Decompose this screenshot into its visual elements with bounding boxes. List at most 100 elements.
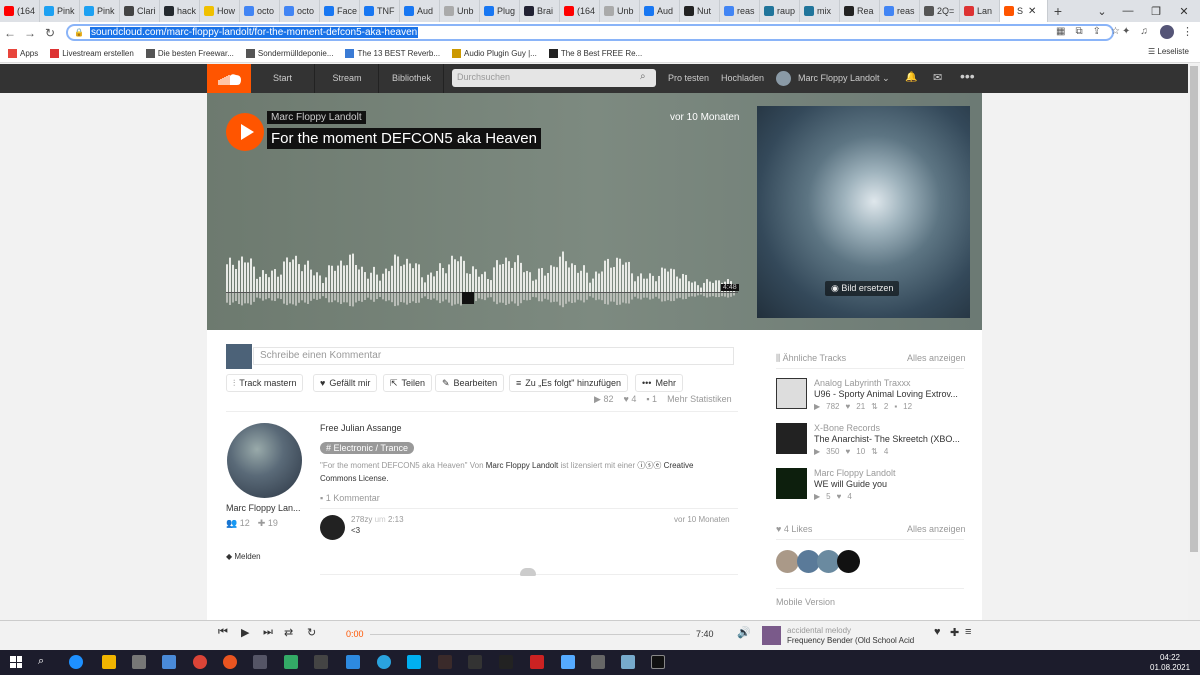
messenger-icon[interactable] <box>346 655 360 669</box>
followers[interactable]: 👥 12 <box>226 518 250 529</box>
share-button[interactable]: ⇱ Teilen <box>383 374 433 392</box>
browser-tab[interactable]: Clari <box>120 0 160 22</box>
mobile-version-link[interactable]: Mobile Version <box>776 597 835 607</box>
nav-library[interactable]: Bibliothek <box>380 64 444 93</box>
user-menu[interactable]: Marc Floppy Landolt ⌄ <box>798 64 890 93</box>
new-tab-button[interactable]: + <box>1048 3 1068 19</box>
profile-avatar[interactable] <box>1160 25 1174 39</box>
follow-icon[interactable]: ✚ <box>950 626 959 639</box>
forward-icon[interactable]: → <box>20 26 40 40</box>
page-scrollbar[interactable] <box>1188 64 1200 620</box>
related-thumb[interactable] <box>776 378 807 409</box>
play-icon[interactable]: ▶ <box>241 626 249 639</box>
now-playing-artist[interactable]: accidental melody <box>787 626 851 635</box>
browser-tab[interactable]: Rea <box>840 0 880 22</box>
browser-tab[interactable]: Lan <box>960 0 1000 22</box>
star-icon[interactable]: ☆ <box>1111 26 1120 37</box>
url-text[interactable]: soundcloud.com/marc-floppy-landolt/for-t… <box>89 27 419 38</box>
close-tab-icon[interactable]: ✕ <box>1028 6 1036 17</box>
browser-tab[interactable]: Pink <box>40 0 80 22</box>
mail-icon[interactable]: ✉ <box>933 71 942 84</box>
bookmark-item[interactable]: The 8 Best FREE Re... <box>548 48 642 58</box>
app-icon[interactable] <box>621 655 635 669</box>
genre-tag[interactable]: # Electronic / Trance <box>320 442 415 454</box>
master-track-button[interactable]: ⫶ Track mastern <box>226 374 304 392</box>
related-artist[interactable]: X-Bone Records <box>814 423 880 433</box>
app-icon[interactable] <box>438 655 452 669</box>
play-button[interactable] <box>226 113 264 151</box>
keyboard-icon[interactable] <box>468 655 482 669</box>
pro-link[interactable]: Pro testen <box>668 64 709 93</box>
browser-tab[interactable]: Aud <box>400 0 440 22</box>
now-playing-thumb[interactable] <box>762 626 781 645</box>
live-icon[interactable] <box>314 655 328 669</box>
related-thumb[interactable] <box>776 423 807 454</box>
comment-marker[interactable] <box>462 292 474 304</box>
user-avatar[interactable] <box>776 71 791 86</box>
related-thumb[interactable] <box>776 468 807 499</box>
search-icon[interactable]: ⌕ <box>640 71 646 82</box>
bookmark-item[interactable]: The 13 BEST Reverb... <box>345 48 440 58</box>
back-icon[interactable]: ← <box>0 26 20 40</box>
app-icon[interactable] <box>530 655 544 669</box>
bell-icon[interactable]: 🔔 <box>905 72 917 83</box>
volume-icon[interactable]: 🔊 <box>737 626 751 639</box>
clock[interactable]: 04:22 01.08.2021 <box>1150 653 1190 673</box>
windows-start-icon[interactable] <box>10 656 22 668</box>
liker-avatar[interactable] <box>776 550 799 573</box>
browser-tab[interactable]: octo <box>280 0 320 22</box>
browser-tab[interactable]: 2Q= <box>920 0 960 22</box>
nav-start[interactable]: Start <box>251 64 315 93</box>
track-artist[interactable]: Marc Floppy Landolt <box>267 111 366 124</box>
menu-icon[interactable]: ⋮ <box>1182 25 1193 38</box>
likes-see-all[interactable]: Alles anzeigen <box>907 524 966 534</box>
browser-tab[interactable]: Nut <box>680 0 720 22</box>
browser-tab[interactable]: (164 <box>560 0 600 22</box>
bookmark-item[interactable]: Die besten Freewar... <box>145 48 234 58</box>
related-see-all[interactable]: Alles anzeigen <box>907 353 966 363</box>
terminal-icon[interactable] <box>651 655 665 669</box>
bookmark-item[interactable]: Livestream erstellen <box>50 48 134 58</box>
active-browser-tab[interactable]: S ✕ <box>1000 0 1048 22</box>
more-stats-link[interactable]: Mehr Statistiken <box>667 394 732 405</box>
browser-tab[interactable]: Unb <box>600 0 640 22</box>
browser-tab[interactable]: hack <box>160 0 200 22</box>
nav-stream[interactable]: Stream <box>316 64 379 93</box>
chevron-down-icon[interactable]: ⌄ <box>1088 0 1116 22</box>
app-icon[interactable] <box>591 655 605 669</box>
mail-icon[interactable] <box>162 655 176 669</box>
skype-icon[interactable] <box>407 655 421 669</box>
related-title[interactable]: U96 - Sporty Animal Loving Extrov... <box>814 389 964 399</box>
browser-tab[interactable]: Unb <box>440 0 480 22</box>
related-title[interactable]: The Anarchist- The Skreetch (XBO... <box>814 434 964 444</box>
browser-tab[interactable]: Face <box>320 0 360 22</box>
explorer-icon[interactable] <box>102 655 116 669</box>
progress-bar[interactable] <box>370 634 690 635</box>
liker-avatar[interactable] <box>837 550 860 573</box>
browser-tab[interactable]: Aud <box>640 0 680 22</box>
browser-tab[interactable]: Plug <box>480 0 520 22</box>
browser-tab[interactable]: How <box>200 0 240 22</box>
next-icon[interactable]: ⏭ <box>263 626 273 639</box>
queue-icon[interactable]: ≡ <box>965 626 971 638</box>
commenter-avatar[interactable] <box>320 515 345 540</box>
like-button[interactable]: ♥ Gefällt mir <box>313 374 378 392</box>
report-link[interactable]: ◆ Melden <box>226 552 261 561</box>
store-icon[interactable] <box>132 655 146 669</box>
ubuntu-icon[interactable] <box>223 655 237 669</box>
bookmark-item[interactable]: Sondermülldeponie... <box>245 48 333 58</box>
comment-input[interactable]: Schreibe einen Kommentar <box>253 347 734 365</box>
uploader-name[interactable]: Marc Floppy Lan... <box>226 503 301 513</box>
browser-tab[interactable]: mix <box>800 0 840 22</box>
bookmark-item[interactable]: Apps <box>8 48 38 58</box>
related-artist[interactable]: Marc Floppy Landolt <box>814 468 896 478</box>
media-icon[interactable]: ♫ <box>1140 26 1148 37</box>
app-icon[interactable] <box>561 655 575 669</box>
extensions-icon[interactable]: ✦ <box>1122 26 1130 37</box>
browser-tab[interactable]: reas <box>880 0 920 22</box>
translate-icon[interactable]: ⧉ <box>1075 26 1082 37</box>
edge-icon[interactable] <box>69 655 83 669</box>
app-icon[interactable] <box>284 655 298 669</box>
related-artist[interactable]: Analog Labyrinth Traxxx <box>814 378 911 388</box>
more-icon[interactable]: ••• <box>960 68 975 84</box>
